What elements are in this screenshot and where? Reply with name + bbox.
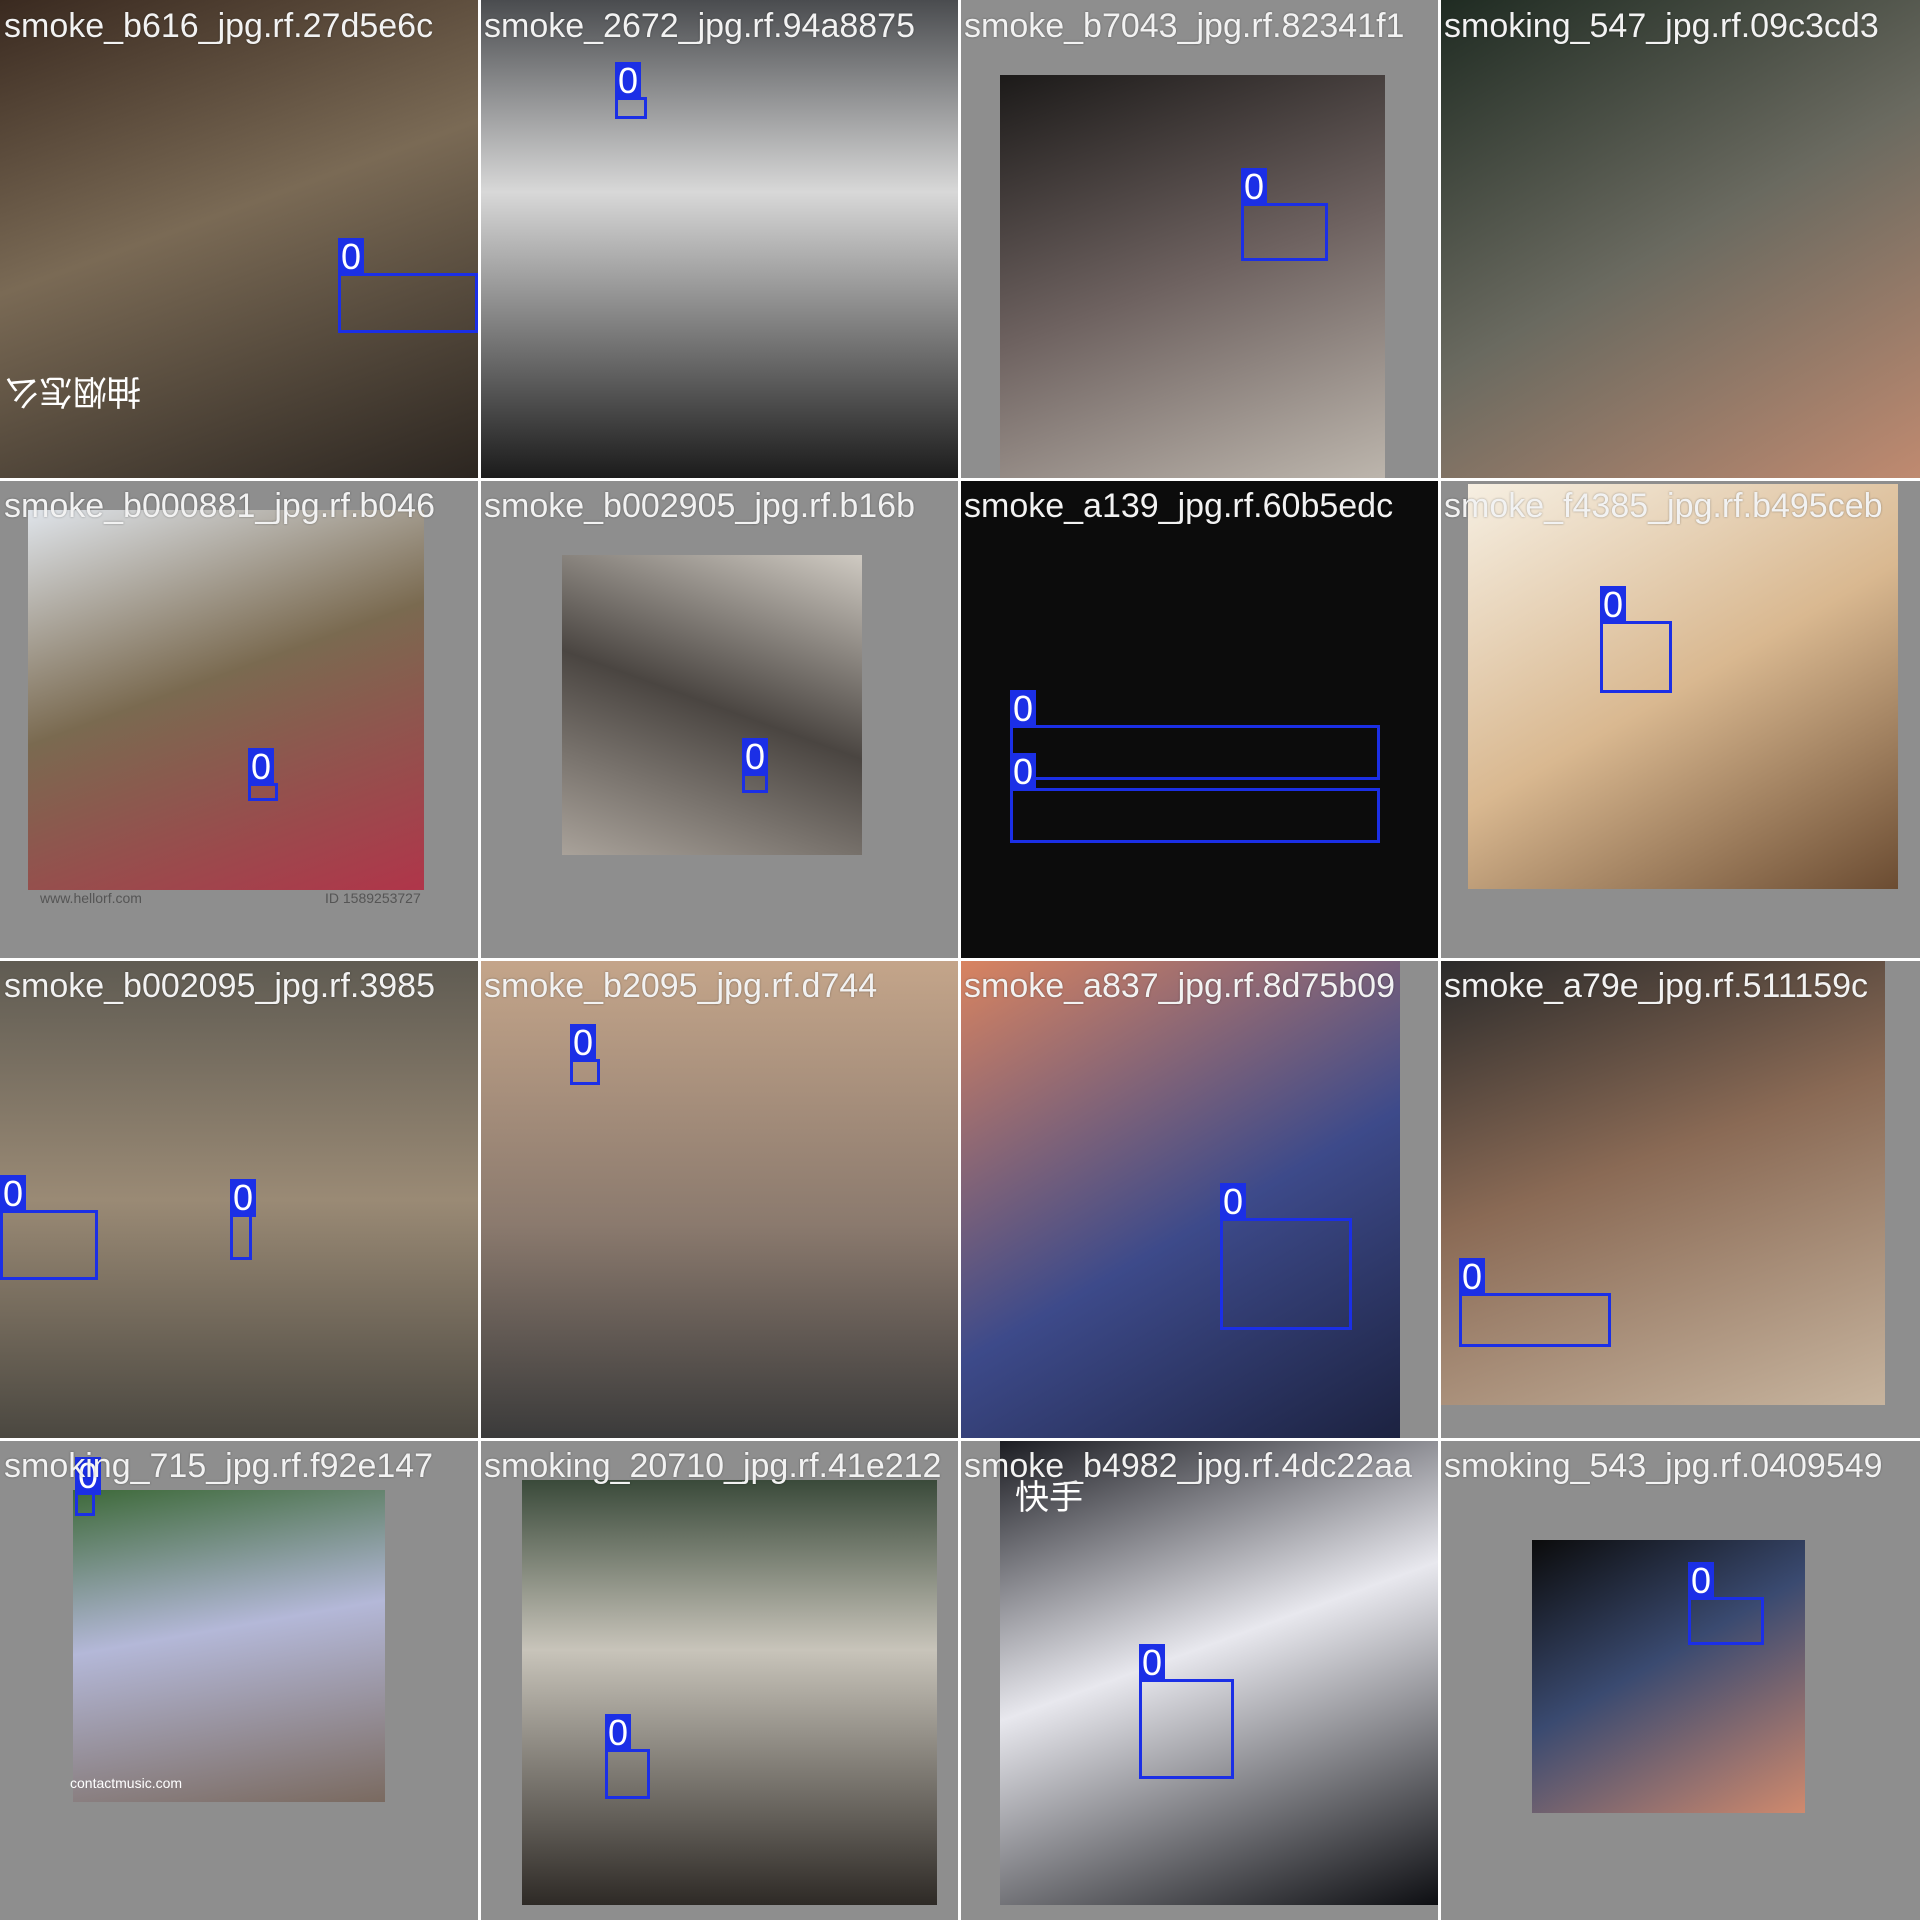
detection-class-label: 0 — [742, 738, 769, 776]
image-tile: 0 smoke_f4385_jpg.rf.b495ceb — [1440, 480, 1920, 960]
detection-box: 0 — [1688, 1562, 1764, 1645]
tile-photo — [73, 1490, 385, 1802]
tile-divider-vertical — [1438, 0, 1441, 1920]
tile-photo — [1468, 484, 1898, 889]
detection-class-label: 0 — [1220, 1183, 1247, 1221]
detection-box: 0 — [1220, 1183, 1352, 1330]
detection-box: 0 — [1010, 690, 1380, 780]
tile-filename-caption: smoke_b000881_jpg.rf.b046 — [4, 487, 435, 525]
detection-box: 0 — [75, 1457, 102, 1516]
mosaic-grid: 抽烟怎么 0 smoke_b616_jpg.rf.27d5e6c 0 smoke_267… — [0, 0, 1920, 1920]
image-tile: 0 smoke_b002905_jpg.rf.b16b — [480, 480, 960, 960]
tile-photo — [28, 510, 424, 890]
tile-filename-caption: smoking_715_jpg.rf.f92e147 — [4, 1447, 434, 1485]
detection-box: 0 — [1459, 1258, 1611, 1347]
tile-photo — [960, 960, 1400, 1440]
image-tile: 抽烟怎么 0 smoke_b616_jpg.rf.27d5e6c — [0, 0, 480, 480]
tile-filename-caption: smoke_f4385_jpg.rf.b495ceb — [1444, 487, 1883, 525]
tile-filename-caption: smoke_2672_jpg.rf.94a8875 — [484, 7, 915, 45]
image-tile: 0 smoke_2672_jpg.rf.94a8875 — [480, 0, 960, 480]
tile-filename-caption: smoking_543_jpg.rf.0409549 — [1444, 1447, 1883, 1485]
tile-filename-caption: smoke_b2095_jpg.rf.d744 — [484, 967, 878, 1005]
image-tile: 0 smoke_a79e_jpg.rf.511159c — [1440, 960, 1920, 1440]
tile-filename-caption: smoke_b002905_jpg.rf.b16b — [484, 487, 915, 525]
image-tile: 0 smoke_a837_jpg.rf.8d75b09 — [960, 960, 1440, 1440]
tile-filename-caption: smoke_b4982_jpg.rf.4dc22aa — [964, 1447, 1412, 1485]
image-tile: 快手 0 smoke_b4982_jpg.rf.4dc22aa — [960, 1440, 1440, 1920]
detection-box: 0 — [1139, 1644, 1234, 1779]
photo-watermark-text: contactmusic.com — [70, 1775, 183, 1791]
image-tile: contactmusic.com 0 smoking_715_jpg.rf.f92e… — [0, 1440, 480, 1920]
tile-filename-caption: smoke_b7043_jpg.rf.82341f1 — [964, 7, 1405, 45]
detection-box: 0 — [1241, 168, 1328, 261]
image-tile: 0 0 smoke_a139_jpg.rf.60b5edc — [960, 480, 1440, 960]
image-tile: 0 smoking_543_jpg.rf.0409549 — [1440, 1440, 1920, 1920]
detection-class-label: 0 — [1139, 1644, 1166, 1682]
image-tile: www.hellorf.com ID 1589253727 0 smoke_b0008… — [0, 480, 480, 960]
tile-filename-caption: smoke_b616_jpg.rf.27d5e6c — [4, 7, 434, 45]
image-tile: 0 smoke_b2095_jpg.rf.d744 — [480, 960, 960, 1440]
tile-photo — [562, 555, 862, 855]
detection-class-label: 0 — [1010, 690, 1037, 728]
detection-box: 0 — [615, 62, 647, 119]
detection-class-label: 0 — [605, 1714, 632, 1752]
detection-box: 0 — [1010, 753, 1380, 843]
detection-box: 0 — [248, 748, 278, 801]
image-tile: smoking_547_jpg.rf.09c3cd3 — [1440, 0, 1920, 480]
detection-box: 0 — [1600, 586, 1672, 693]
detection-box: 0 — [605, 1714, 650, 1799]
detection-class-label: 0 — [248, 748, 275, 786]
tile-photo — [480, 0, 960, 480]
detection-box: 0 — [0, 1175, 98, 1280]
tile-photo — [480, 960, 960, 1440]
tile-filename-caption: smoke_a79e_jpg.rf.511159c — [1444, 967, 1869, 1005]
detection-class-label: 0 — [338, 238, 365, 276]
tile-filename-caption: smoke_a837_jpg.rf.8d75b09 — [964, 967, 1395, 1005]
detection-class-label: 0 — [1459, 1258, 1486, 1296]
tile-filename-caption: smoking_547_jpg.rf.09c3cd3 — [1444, 7, 1879, 45]
detection-box: 0 — [230, 1179, 257, 1260]
tile-divider-horizontal — [0, 1438, 1920, 1441]
tile-filename-caption: smoke_b002095_jpg.rf.3985 — [4, 967, 435, 1005]
tile-filename-caption: smoke_a139_jpg.rf.60b5edc — [964, 487, 1394, 525]
detection-class-label: 0 — [570, 1024, 597, 1062]
photo-watermark-text: 抽烟怎么 — [5, 372, 141, 410]
detection-class-label: 0 — [0, 1175, 27, 1213]
detection-box: 0 — [742, 738, 769, 793]
tile-photo — [1532, 1540, 1805, 1813]
tile-divider-horizontal — [0, 958, 1920, 961]
image-tile: 0 smoking_20710_jpg.rf.41e212 — [480, 1440, 960, 1920]
tile-photo — [522, 1480, 937, 1905]
detection-class-label: 0 — [1688, 1562, 1715, 1600]
detection-class-label: 0 — [230, 1179, 257, 1217]
detection-class-label: 0 — [1010, 753, 1037, 791]
detection-class-label: 0 — [615, 62, 642, 100]
photo-watermark-text: ID 1589253727 — [325, 890, 421, 906]
detection-box: 0 — [570, 1024, 600, 1085]
detection-class-label: 0 — [1241, 168, 1268, 206]
detection-class-label: 0 — [1600, 586, 1627, 624]
tile-filename-caption: smoking_20710_jpg.rf.41e212 — [484, 1447, 942, 1485]
image-tile: 0 smoke_b7043_jpg.rf.82341f1 — [960, 0, 1440, 480]
detection-box: 0 — [338, 238, 478, 333]
photo-watermark-text: www.hellorf.com — [40, 890, 142, 906]
tile-photo — [1000, 75, 1385, 480]
image-tile: 0 0 smoke_b002095_jpg.rf.3985 — [0, 960, 480, 1440]
tile-photo — [1440, 0, 1920, 480]
